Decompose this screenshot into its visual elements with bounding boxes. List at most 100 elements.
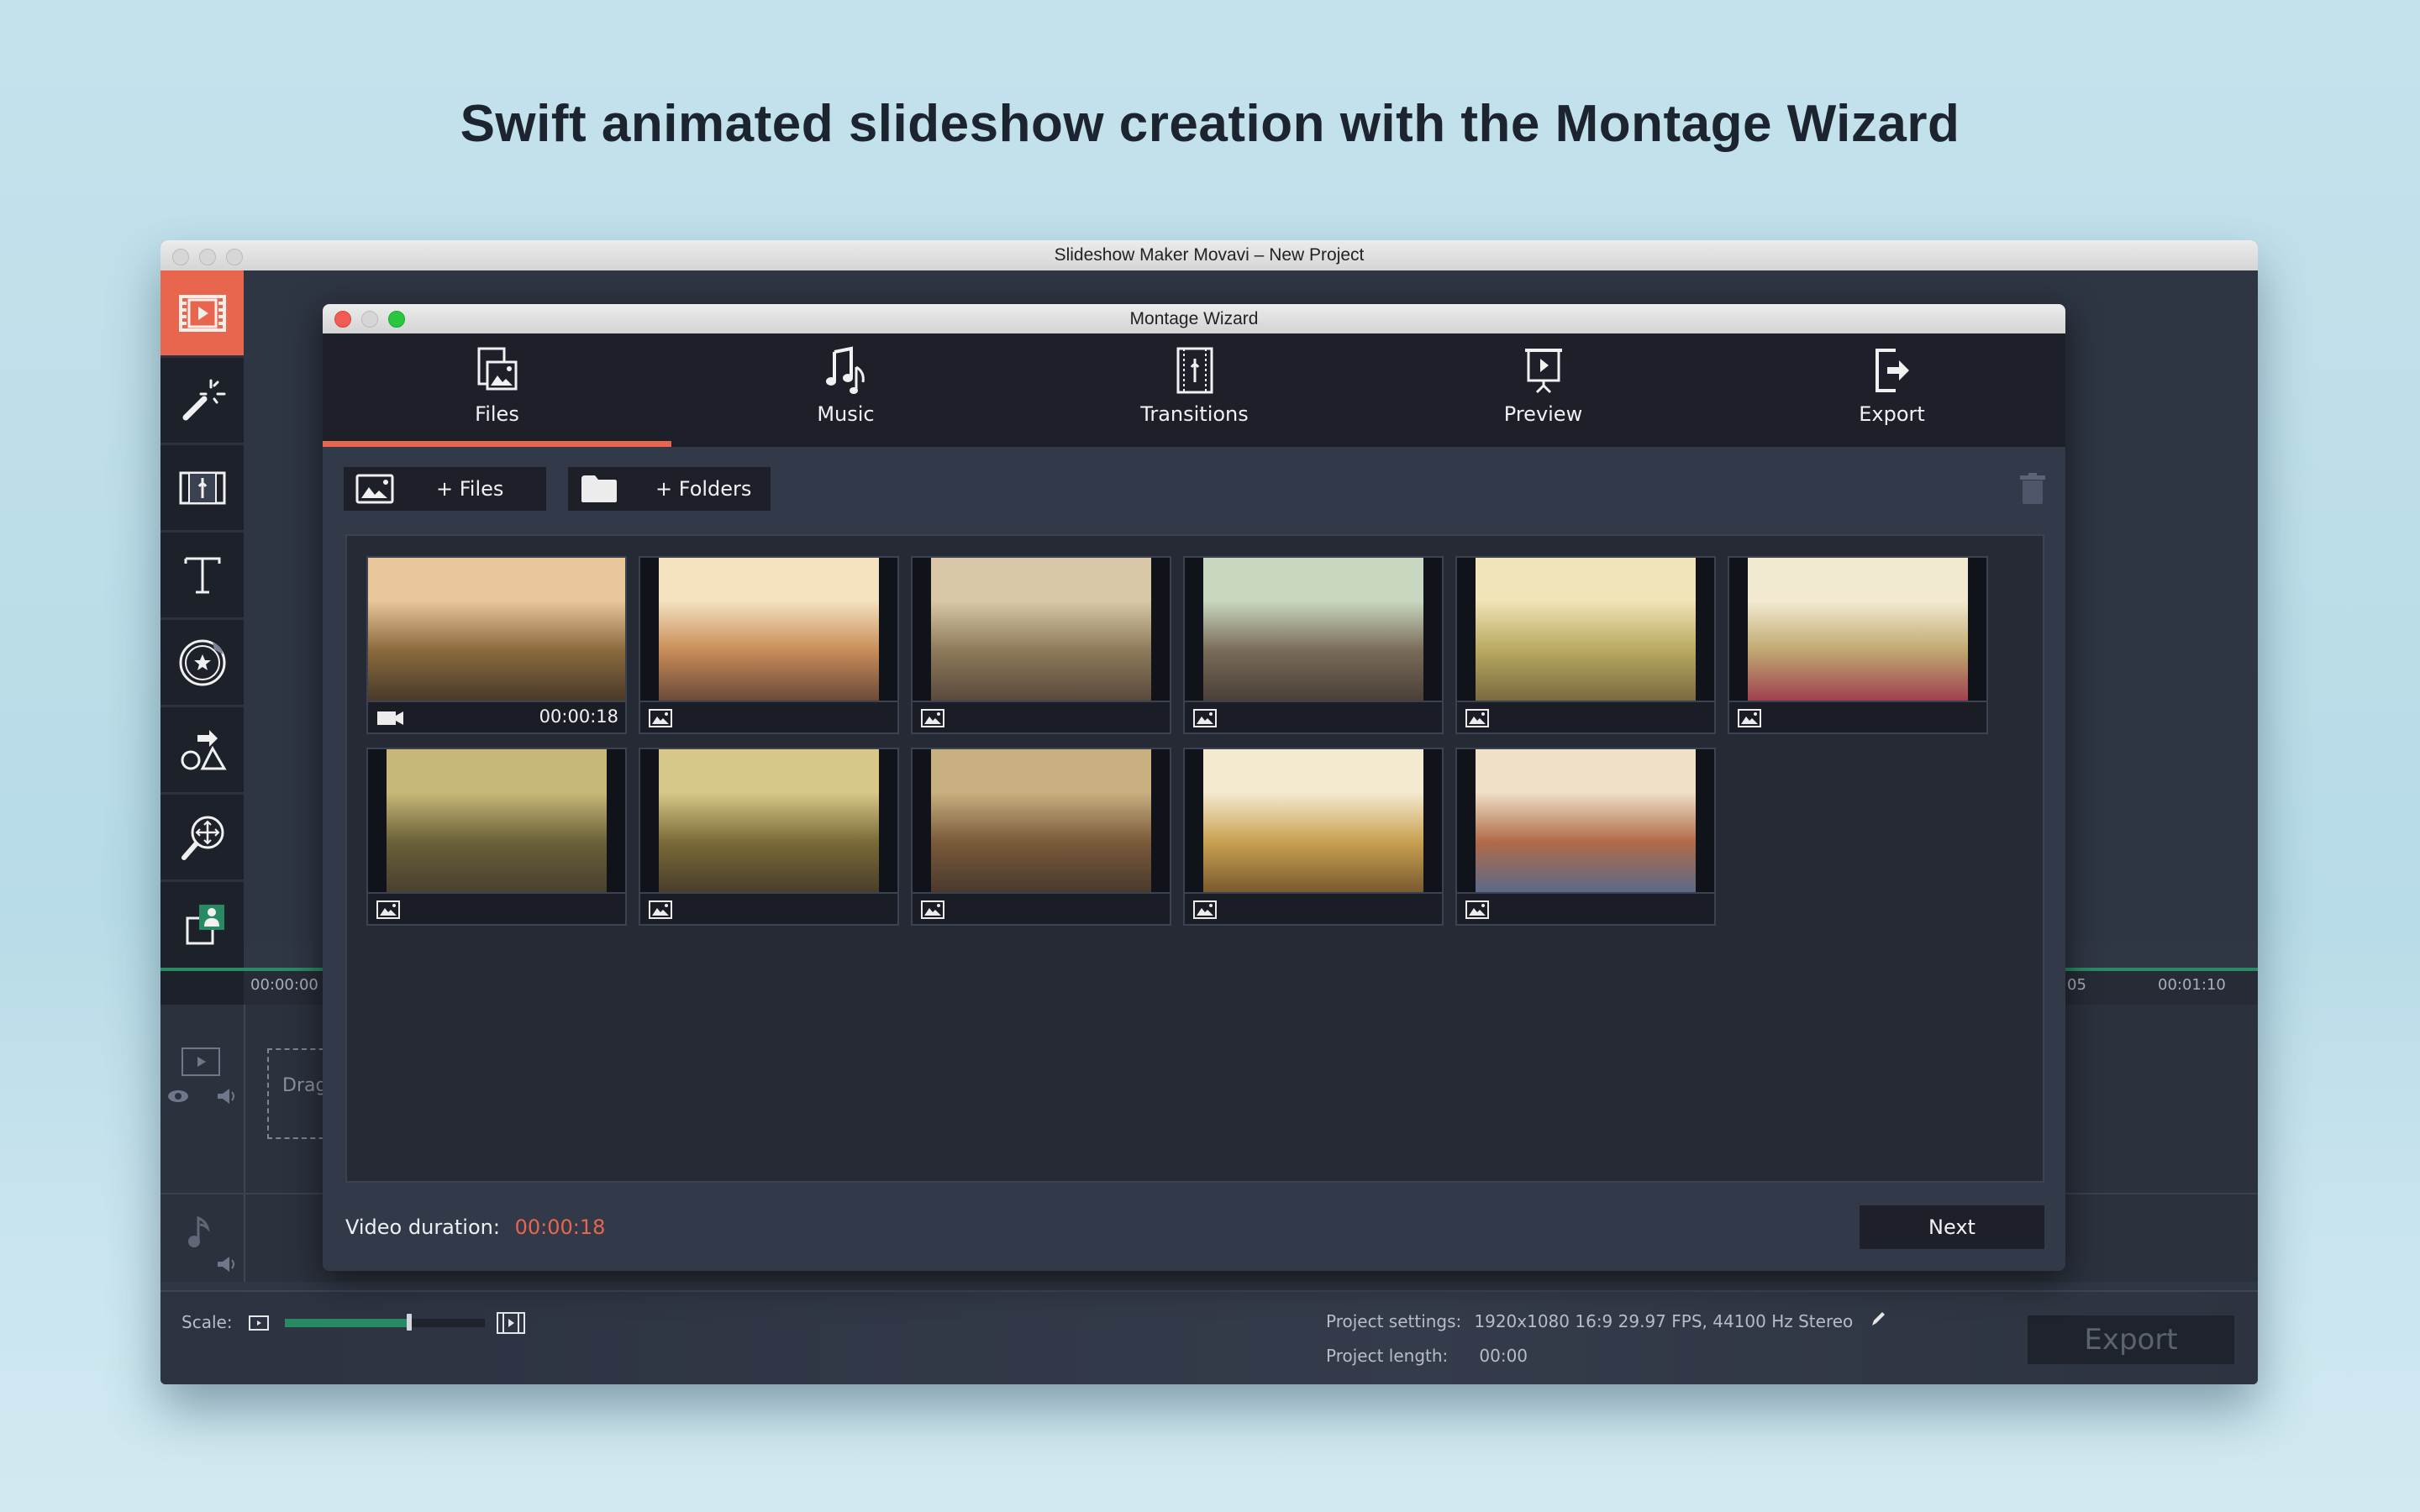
zoom-in-film-icon[interactable] — [497, 1312, 525, 1334]
trash-icon[interactable] — [2018, 472, 2047, 506]
tab-label: Files — [475, 402, 519, 426]
thumbnail-frame — [1185, 749, 1442, 892]
thumbnail-footer — [913, 701, 1170, 734]
image-icon — [355, 474, 394, 504]
wizard-tabs: Files Music Transitions Preview Export — [323, 333, 2065, 447]
thumbnail-photo — [1476, 749, 1696, 892]
media-item-image[interactable] — [1183, 556, 1444, 734]
tab-music[interactable]: Music — [671, 333, 1020, 447]
scale-slider[interactable] — [285, 1314, 485, 1331]
sidebar-item-pan-zoom[interactable] — [160, 795, 244, 882]
volume-icon[interactable] — [216, 1255, 238, 1273]
track-headers — [160, 1005, 245, 1282]
image-icon — [1465, 900, 1489, 919]
volume-icon[interactable] — [216, 1087, 238, 1105]
image-icon — [1193, 709, 1217, 727]
drop-hint: Drag — [282, 1075, 328, 1096]
tab-preview[interactable]: Preview — [1369, 333, 1718, 447]
thumbnail-frame — [368, 749, 625, 892]
sidebar-item-titles[interactable] — [160, 533, 244, 620]
thumbnail-frame — [1729, 558, 1986, 701]
export-button[interactable]: Export — [2028, 1315, 2234, 1364]
text-icon — [184, 557, 220, 593]
thumbnail-photo — [1476, 558, 1696, 701]
sidebar-item-callouts[interactable] — [160, 707, 244, 795]
sidebar-item-stickers[interactable] — [160, 620, 244, 707]
magic-wand-icon — [182, 379, 225, 420]
preview-icon — [1525, 349, 1562, 394]
next-button[interactable]: Next — [1860, 1205, 2044, 1249]
thumbnail-footer — [640, 892, 897, 926]
thumbnail-photo — [659, 749, 879, 892]
image-icon — [1738, 709, 1761, 727]
thumbnail-frame — [1185, 558, 1442, 701]
ruler-label: 05 — [2067, 976, 2086, 994]
sidebar-item-montage-wizard[interactable] — [160, 882, 244, 967]
project-length: Project length: 00:00 — [1326, 1346, 1528, 1366]
video-duration-value: 00:00:18 — [514, 1215, 606, 1239]
add-files-button[interactable]: + Files — [344, 467, 546, 511]
zoom-out-film-icon[interactable] — [249, 1315, 269, 1331]
tab-label: Music — [817, 402, 875, 426]
media-item-image[interactable] — [639, 748, 899, 926]
sidebar-item-transitions[interactable] — [160, 445, 244, 533]
sidebar-item-import[interactable] — [160, 270, 244, 358]
image-icon — [921, 900, 944, 919]
main-titlebar: Slideshow Maker Movavi – New Project — [160, 240, 2258, 271]
music-track-icon — [188, 1215, 210, 1247]
project-settings-value: 1920x1080 16:9 29.97 FPS, 44100 Hz Stere… — [1474, 1311, 1854, 1331]
sidebar-item-filters[interactable] — [160, 358, 244, 445]
ruler-label: 00:00:00 — [250, 976, 318, 994]
thumbnail-photo — [1203, 558, 1423, 701]
film-transition-icon — [179, 471, 225, 504]
media-grid: 00:00:18 — [345, 534, 2044, 1183]
media-item-image[interactable] — [911, 556, 1171, 734]
scale-slider-handle[interactable] — [406, 1314, 412, 1331]
window-title: Slideshow Maker Movavi – New Project — [1054, 245, 1365, 265]
thumbnail-footer — [1185, 701, 1442, 734]
transitions-icon — [1176, 347, 1213, 394]
project-settings: Project settings: 1920x1080 16:9 29.97 F… — [1326, 1310, 1886, 1331]
edit-pencil-icon[interactable] — [1869, 1310, 1886, 1329]
media-item-video[interactable]: 00:00:18 — [366, 556, 627, 734]
tab-files[interactable]: Files — [323, 333, 671, 447]
page-headline: Swift animated slideshow creation with t… — [460, 95, 1960, 153]
eye-icon[interactable] — [167, 1089, 189, 1104]
image-icon — [1193, 900, 1217, 919]
thumbnail-frame — [640, 558, 897, 701]
thumbnail-frame — [640, 749, 897, 892]
bottom-bar: Scale: Project settings: 1920x1080 16:9 … — [160, 1290, 2258, 1384]
media-item-image[interactable] — [639, 556, 899, 734]
sticker-star-icon — [179, 639, 225, 685]
add-folders-button[interactable]: + Folders — [568, 467, 771, 511]
thumbnail-frame — [368, 558, 625, 701]
thumbnail-photo — [387, 749, 607, 892]
thumbnail-footer — [368, 892, 625, 926]
thumbnail-footer — [1457, 701, 1714, 734]
files-icon — [477, 347, 518, 391]
image-icon — [649, 709, 672, 727]
media-item-image[interactable] — [1728, 556, 1988, 734]
thumbnail-footer: 00:00:18 — [368, 701, 625, 734]
music-icon — [826, 346, 865, 394]
video-duration-label: Video duration: — [345, 1215, 500, 1239]
thumbnail-photo — [368, 558, 625, 701]
media-item-image[interactable] — [1455, 748, 1716, 926]
thumbnail-photo — [931, 558, 1151, 701]
media-item-image[interactable] — [366, 748, 627, 926]
thumbnail-frame — [913, 749, 1170, 892]
thumbnail-photo — [1203, 749, 1423, 892]
media-item-image[interactable] — [1455, 556, 1716, 734]
image-icon — [1465, 709, 1489, 727]
thumbnail-footer — [1729, 701, 1986, 734]
montage-wizard-dialog: Montage Wizard Files Music Transitions P… — [323, 304, 2065, 1271]
project-length-label: Project length: — [1326, 1346, 1449, 1366]
zoom-move-icon — [181, 816, 224, 860]
wizard-title: Montage Wizard — [1129, 309, 1259, 328]
tab-export[interactable]: Export — [1718, 333, 2065, 447]
media-item-image[interactable] — [911, 748, 1171, 926]
add-files-label: + Files — [436, 477, 504, 501]
media-item-image[interactable] — [1183, 748, 1444, 926]
tab-transitions[interactable]: Transitions — [1020, 333, 1369, 447]
tab-label: Export — [1859, 402, 1925, 426]
